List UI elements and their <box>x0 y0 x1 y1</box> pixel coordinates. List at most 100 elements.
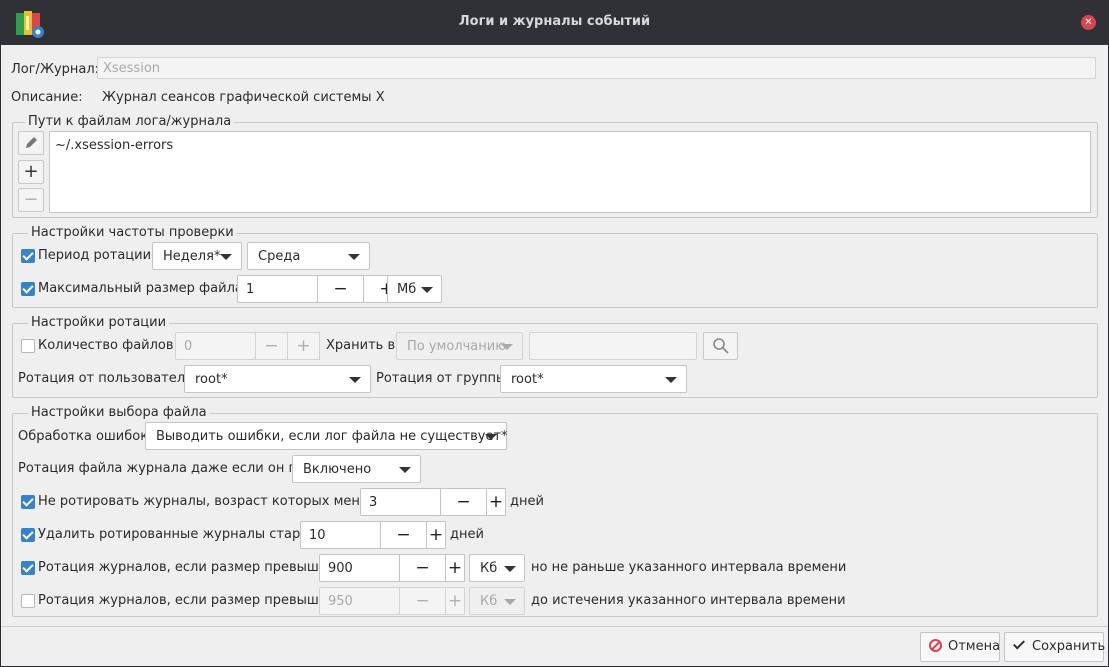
rotation-group-value: root* <box>511 372 544 387</box>
log-name-field[interactable]: Xsession <box>97 57 1096 79</box>
max-age-input[interactable]: 10 <box>300 521 381 549</box>
max-age-checkbox[interactable] <box>21 528 35 542</box>
size-limit-checkbox[interactable] <box>21 561 35 575</box>
remove-path-button[interactable]: − <box>18 188 44 212</box>
size-limit-input[interactable]: 900 <box>319 554 400 582</box>
size-limit-early-checkbox[interactable] <box>21 594 35 608</box>
error-handling-label: Обработка ошибок: <box>18 429 153 444</box>
save-button[interactable]: Сохранить <box>1004 632 1106 662</box>
edit-path-button[interactable] <box>18 131 44 155</box>
max-size-unit-value: Мб <box>397 282 417 297</box>
cancel-button-label: Отмена <box>948 639 1001 654</box>
window-titlebar: Логи и журналы событий ✕ <box>0 0 1109 45</box>
chevron-down-icon <box>220 254 232 260</box>
size-limit-early-unit-value: Кб <box>480 594 498 609</box>
size-limit-label: Ротация журналов, если размер превышает <box>38 560 343 575</box>
rotate-empty-label: Ротация файла журнала даже если он пуст: <box>18 461 324 476</box>
chevron-down-icon <box>348 254 360 260</box>
rotation-user-value: root* <box>195 372 228 387</box>
size-limit-early-unit-select[interactable]: Кб <box>469 587 525 615</box>
size-limit-unit-value: Кб <box>480 561 498 576</box>
max-age-decrement-button[interactable]: − <box>380 521 427 549</box>
size-limit-suffix: но не раньше указанного интервала времен… <box>531 560 847 575</box>
path-item[interactable]: ~/.xsession-errors <box>55 138 173 153</box>
max-size-checkbox[interactable] <box>21 282 35 296</box>
store-in-select[interactable]: По умолчанию <box>396 332 523 360</box>
cancel-button[interactable]: Отмена <box>920 632 1000 662</box>
footer-divider <box>1 626 1108 627</box>
size-limit-increment-button[interactable]: + <box>445 554 465 582</box>
min-age-label: Не ротировать журналы, возраст которых м… <box>38 494 388 509</box>
min-age-input[interactable]: 3 <box>360 488 441 516</box>
save-button-label: Сохранить <box>1032 639 1106 654</box>
store-in-label: Хранить в: <box>326 338 400 353</box>
browse-button[interactable] <box>703 332 738 360</box>
error-handling-select[interactable]: Выводить ошибки, если лог файла не сущес… <box>145 422 508 450</box>
frequency-frame-title: Настройки частоты проверки <box>28 225 237 240</box>
max-size-label: Максимальный размер файла: <box>38 281 248 296</box>
file-count-label: Количество файлов: <box>38 338 178 353</box>
max-age-increment-button[interactable]: + <box>426 521 446 549</box>
max-size-input[interactable]: 1 <box>237 275 318 303</box>
file-count-decrement-button[interactable]: − <box>255 332 288 360</box>
description-label: Описание: <box>11 90 83 105</box>
paths-list[interactable]: ~/.xsession-errors <box>49 131 1091 213</box>
edit-icon <box>26 137 37 148</box>
file-count-increment-button[interactable]: + <box>287 332 320 360</box>
chevron-down-icon <box>421 287 433 293</box>
chevron-down-icon <box>504 599 516 605</box>
size-limit-early-label: Ротация журналов, если размер превышает <box>38 593 343 608</box>
close-icon[interactable]: ✕ <box>1081 15 1096 30</box>
remove-icon: − <box>23 189 39 210</box>
rotation-period-select[interactable]: Неделя* <box>152 242 242 270</box>
description-value: Журнал сеансов графической системы X <box>102 90 385 105</box>
rotation-day-value: Среда <box>258 249 301 264</box>
chevron-down-icon <box>504 566 516 572</box>
checkmark-icon <box>1012 637 1026 650</box>
size-limit-decrement-button[interactable]: − <box>399 554 446 582</box>
size-limit-early-decrement-button[interactable]: − <box>399 587 446 615</box>
max-age-unit: дней <box>450 527 484 542</box>
error-handling-value: Выводить ошибки, если лог файла не сущес… <box>156 429 508 444</box>
search-icon <box>713 338 729 354</box>
rotation-day-select[interactable]: Среда <box>247 242 370 270</box>
rotation-group-label: Ротация от группы: <box>376 371 511 386</box>
size-limit-early-input[interactable]: 950 <box>319 587 400 615</box>
paths-frame-title: Пути к файлам лога/журнала <box>25 114 235 129</box>
rotate-empty-value: Включено <box>303 462 372 477</box>
size-limit-early-increment-button[interactable]: + <box>445 587 465 615</box>
max-size-unit-select[interactable]: Мб <box>387 275 442 303</box>
size-limit-early-suffix: до истечения указанного интервала времен… <box>531 593 846 608</box>
rotation-frame-title: Настройки ротации <box>28 315 170 330</box>
min-age-decrement-button[interactable]: − <box>440 488 487 516</box>
window-title: Логи и журналы событий <box>458 14 651 29</box>
chevron-down-icon <box>501 344 513 350</box>
file-selection-frame-title: Настройки выбора файла <box>28 405 210 420</box>
size-limit-unit-select[interactable]: Кб <box>469 554 525 582</box>
chevron-down-icon <box>399 467 411 473</box>
chevron-down-icon <box>485 434 497 440</box>
rotation-period-label: Период ротации: <box>38 248 156 263</box>
rotation-period-value: Неделя* <box>163 249 221 264</box>
file-count-checkbox[interactable] <box>21 339 35 353</box>
store-path-input[interactable] <box>529 332 697 360</box>
add-path-button[interactable]: + <box>18 160 44 184</box>
cancel-icon <box>929 639 942 652</box>
min-age-increment-button[interactable]: + <box>486 488 506 516</box>
rotation-period-checkbox[interactable] <box>21 249 35 263</box>
min-age-checkbox[interactable] <box>21 495 35 509</box>
max-size-decrement-button[interactable]: − <box>317 275 364 303</box>
max-age-label: Удалить ротированные журналы старше <box>38 527 321 542</box>
file-count-input[interactable]: 0 <box>175 332 256 360</box>
rotation-group-select[interactable]: root* <box>500 365 687 393</box>
dialog-content: Лог/Журнал: Xsession Описание: Журнал се… <box>1 45 1108 666</box>
rotation-user-select[interactable]: root* <box>184 365 371 393</box>
rotate-empty-select[interactable]: Включено <box>292 455 421 483</box>
log-label: Лог/Журнал: <box>11 62 100 77</box>
min-age-unit: дней <box>510 494 544 509</box>
chevron-down-icon <box>349 377 361 383</box>
store-in-value: По умолчанию <box>407 339 507 354</box>
add-icon: + <box>23 161 39 182</box>
rotation-user-label: Ротация от пользователя: <box>18 371 198 386</box>
chevron-down-icon <box>665 377 677 383</box>
